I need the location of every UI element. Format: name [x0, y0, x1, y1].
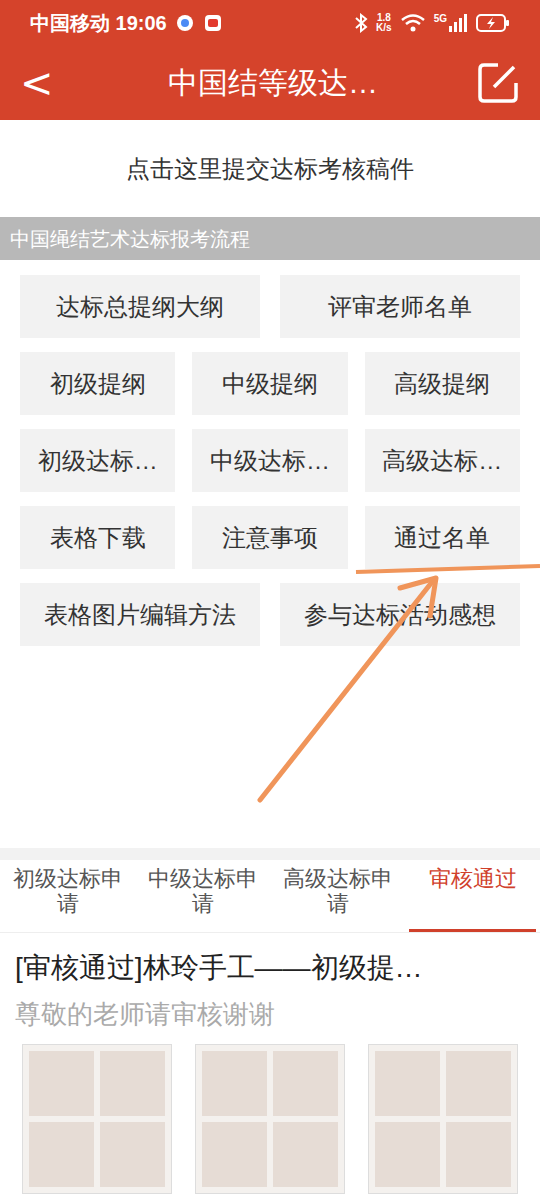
menu-button[interactable]: 注意事项	[192, 506, 347, 569]
app-icon	[175, 13, 195, 33]
tab-indicator	[409, 929, 536, 932]
menu-button[interactable]: 表格下载	[20, 506, 175, 569]
section-header: 中国绳结艺术达标报考流程	[0, 217, 540, 260]
app-icon	[203, 13, 223, 33]
tab-indicator	[139, 929, 266, 932]
article-item[interactable]: [审核通过]林玲手工——初级提… 尊敬的老师请审核谢谢	[0, 933, 540, 1194]
menu-button[interactable]: 参与达标活动感想	[280, 583, 520, 646]
tab[interactable]: 审核通过	[405, 860, 540, 932]
tab[interactable]: 高级达标申请	[270, 860, 405, 932]
menu-button[interactable]: 初级达标…	[20, 429, 175, 492]
tab[interactable]: 中级达标申请	[135, 860, 270, 932]
annotation-arrow-icon	[0, 0, 540, 1200]
menu-button[interactable]: 高级提纲	[365, 352, 520, 415]
menu-button[interactable]: 中级达标…	[192, 429, 347, 492]
network-speed: 1.8K/s	[376, 13, 392, 33]
menu-button[interactable]: 达标总提纲大纲	[20, 275, 260, 338]
tab[interactable]: 初级达标申请	[0, 860, 135, 932]
menu-button[interactable]: 表格图片编辑方法	[20, 583, 260, 646]
signal-icon	[448, 14, 468, 32]
separator	[0, 848, 540, 860]
tab-indicator	[4, 929, 131, 932]
submit-link[interactable]: 点击这里提交达标考核稿件	[0, 120, 540, 217]
photo-thumbnail[interactable]	[195, 1044, 345, 1194]
battery-icon	[476, 14, 510, 32]
article-subtitle: 尊敬的老师请审核谢谢	[15, 995, 525, 1034]
network-type: 5G	[434, 14, 447, 24]
wifi-icon	[400, 13, 426, 33]
menu-button[interactable]: 高级达标…	[365, 429, 520, 492]
menu-button[interactable]: 评审老师名单	[280, 275, 520, 338]
bluetooth-icon	[354, 13, 368, 33]
menu-button[interactable]: 中级提纲	[192, 352, 347, 415]
tab-bar: 初级达标申请中级达标申请高级达标申请审核通过	[0, 860, 540, 933]
article-title: [审核通过]林玲手工——初级提…	[15, 947, 525, 989]
tab-indicator	[274, 929, 401, 932]
photo-thumbnail[interactable]	[368, 1044, 518, 1194]
button-grid: 达标总提纲大纲评审老师名单初级提纲中级提纲高级提纲初级达标… 中级达标… 高级达标……	[0, 260, 540, 646]
app: 中国移动 19:061.8K/s5G<中国结等级达…点击这里提交达标考核稿件中国…	[0, 0, 540, 1200]
menu-button[interactable]: 初级提纲	[20, 352, 175, 415]
carrier-time: 中国移动 19:06	[30, 8, 167, 38]
page-title: 中国结等级达…	[70, 60, 476, 105]
title-bar: <中国结等级达…	[0, 45, 540, 120]
status-bar: 中国移动 19:06 1.8K/s 5G	[0, 0, 540, 45]
back-button[interactable]: <	[20, 63, 70, 103]
menu-button[interactable]: 通过名单	[365, 506, 520, 569]
edit-icon[interactable]	[476, 61, 520, 105]
photo-thumbnail[interactable]	[22, 1044, 172, 1194]
